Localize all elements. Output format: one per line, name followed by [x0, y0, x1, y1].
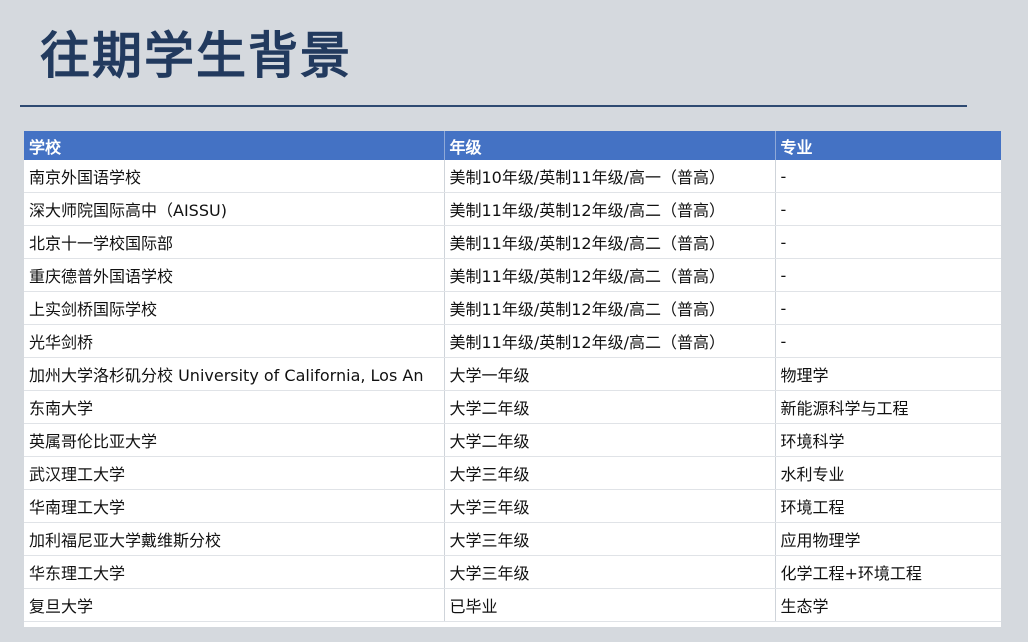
major-cell: - [775, 258, 1001, 292]
table-row: 深大师院国际高中（AISSU) 美制11年级/英制12年级/高二（普高） - [24, 192, 1001, 226]
table-row: 英属哥伦比亚大学 大学二年级 环境科学 [24, 423, 1001, 457]
school-cell: 南京外国语学校 [24, 160, 445, 193]
grade-cell: 大学三年级 [444, 456, 776, 490]
school-cell: 深大师院国际高中（AISSU) [24, 192, 445, 226]
major-cell: - [775, 160, 1001, 193]
major-cell: 化学工程+环境工程 [775, 555, 1001, 589]
column-header-major: 专业 [775, 131, 1001, 160]
grade-cell: 大学三年级 [444, 522, 776, 556]
school-cell: 加利福尼亚大学戴维斯分校 [24, 522, 445, 556]
school-cell: 华南理工大学 [24, 489, 445, 523]
school-cell: 东南大学 [24, 390, 445, 424]
major-cell: 新能源科学与工程 [775, 390, 1001, 424]
major-cell: 环境科学 [775, 423, 1001, 457]
school-cell: 复旦大学 [24, 588, 445, 622]
school-cell: 上实剑桥国际学校 [24, 291, 445, 325]
school-cell: 华东理工大学 [24, 555, 445, 589]
grade-cell: 大学二年级 [444, 423, 776, 457]
table-row: 南京外国语学校 美制10年级/英制11年级/高一（普高） - [24, 160, 1001, 193]
table-row: 东南大学 大学二年级 新能源科学与工程 [24, 390, 1001, 424]
student-background-table: 学校 年级 专业 南京外国语学校 美制10年级/英制11年级/高一（普高） - 深大师… [24, 131, 1001, 627]
table-row: 华南理工大学 大学三年级 环境工程 [24, 489, 1001, 523]
school-cell: 光华剑桥 [24, 324, 445, 358]
table-row: 武汉理工大学 大学三年级 水利专业 [24, 456, 1001, 490]
grade-cell: 大学三年级 [444, 555, 776, 589]
table-body: 南京外国语学校 美制10年级/英制11年级/高一（普高） - 深大师院国际高中（AIS… [24, 160, 1001, 622]
title-divider [20, 105, 967, 107]
grade-cell: 大学二年级 [444, 390, 776, 424]
major-cell: - [775, 225, 1001, 259]
table-row: 北京十一学校国际部 美制11年级/英制12年级/高二（普高） - [24, 225, 1001, 259]
table-row: 光华剑桥 美制11年级/英制12年级/高二（普高） - [24, 324, 1001, 358]
grade-cell: 美制11年级/英制12年级/高二（普高） [444, 324, 776, 358]
table-row: 上实剑桥国际学校 美制11年级/英制12年级/高二（普高） - [24, 291, 1001, 325]
school-cell: 英属哥伦比亚大学 [24, 423, 445, 457]
major-cell: - [775, 324, 1001, 358]
table-row: 加利福尼亚大学戴维斯分校 大学三年级 应用物理学 [24, 522, 1001, 556]
major-cell: - [775, 291, 1001, 325]
grade-cell: 美制11年级/英制12年级/高二（普高） [444, 258, 776, 292]
table-row: 复旦大学 已毕业 生态学 [24, 588, 1001, 622]
grade-cell: 大学一年级 [444, 357, 776, 391]
grade-cell: 大学三年级 [444, 489, 776, 523]
column-header-grade: 年级 [444, 131, 776, 160]
major-cell: 环境工程 [775, 489, 1001, 523]
data-table: 学校 年级 专业 南京外国语学校 美制10年级/英制11年级/高一（普高） - 深大师… [24, 131, 1001, 622]
school-cell: 重庆德普外国语学校 [24, 258, 445, 292]
grade-cell: 美制11年级/英制12年级/高二（普高） [444, 291, 776, 325]
grade-cell: 已毕业 [444, 588, 776, 622]
major-cell: 物理学 [775, 357, 1001, 391]
table-header-row: 学校 年级 专业 [24, 131, 1001, 160]
school-cell: 北京十一学校国际部 [24, 225, 445, 259]
column-header-school: 学校 [24, 131, 445, 160]
grade-cell: 美制11年级/英制12年级/高二（普高） [444, 192, 776, 226]
major-cell: 生态学 [775, 588, 1001, 622]
major-cell: - [775, 192, 1001, 226]
page-title: 往期学生背景 [40, 27, 352, 85]
major-cell: 应用物理学 [775, 522, 1001, 556]
grade-cell: 美制11年级/英制12年级/高二（普高） [444, 225, 776, 259]
grade-cell: 美制10年级/英制11年级/高一（普高） [444, 160, 776, 193]
major-cell: 水利专业 [775, 456, 1001, 490]
table-row: 重庆德普外国语学校 美制11年级/英制12年级/高二（普高） - [24, 258, 1001, 292]
table-row: 加州大学洛杉矶分校 University of California, Los … [24, 357, 1001, 391]
table-row: 华东理工大学 大学三年级 化学工程+环境工程 [24, 555, 1001, 589]
school-cell: 武汉理工大学 [24, 456, 445, 490]
school-cell: 加州大学洛杉矶分校 University of California, Los … [24, 357, 445, 391]
